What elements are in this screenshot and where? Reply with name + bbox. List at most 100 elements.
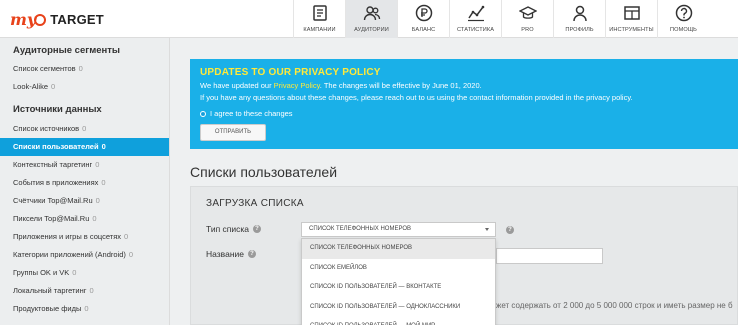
panel-title: ЗАГРУЗКА СПИСКА (206, 198, 304, 209)
sidebar-item-label: Списки пользователей (13, 142, 99, 151)
dropdown-option[interactable]: СПИСОК ID ПОЛЬЗОВАТЕЛЕЙ — ВКОНТАКТЕ (302, 278, 495, 298)
sidebar-item-label: Список сегментов (13, 64, 76, 73)
logo-my-text: my (10, 9, 37, 29)
sidebar-item-segments-list[interactable]: Список сегментов 0 (0, 60, 169, 78)
graduation-cap-icon (518, 6, 537, 19)
sidebar-item-label: Пиксели Top@Mail.Ru (13, 214, 90, 223)
nav-audiences-label: АУДИТОРИИ (354, 27, 389, 33)
nav-profile[interactable]: ПРОФИЛЬ (553, 0, 605, 38)
nav-audiences[interactable]: АУДИТОРИИ (345, 0, 397, 38)
nav-pro[interactable]: PRO (501, 0, 553, 38)
sidebar-item-label: Список источников (13, 124, 80, 133)
agree-option[interactable]: I agree to these changes (200, 109, 728, 118)
dropdown-option[interactable]: СПИСОК ЕМЕЙЛОВ (302, 259, 495, 279)
sidebar-item-social-apps[interactable]: Приложения и игры в соцсетях 0 (0, 228, 169, 246)
chevron-down-icon (485, 228, 489, 231)
sidebar: Аудиторные сегменты Список сегментов 0 Lo… (0, 38, 170, 325)
sidebar-item-label: Look-Alike (13, 82, 49, 91)
statistics-icon (467, 5, 484, 22)
tools-icon (623, 6, 640, 20)
nav-statistics-label: СТАТИСТИКА (456, 27, 495, 33)
profile-icon (572, 5, 587, 22)
ruble-icon (415, 4, 432, 22)
sidebar-item-top-counters[interactable]: Счётчики Top@Mail.Ru 0 (0, 192, 169, 210)
nav-tools-label: ИНСТРУМЕНТЫ (609, 27, 654, 33)
sidebar-item-label: Счётчики Top@Mail.Ru (13, 196, 93, 205)
sidebar-item-count: 0 (124, 232, 129, 241)
nav-help-label: ПОМОЩЬ (670, 27, 697, 33)
nav-balance[interactable]: БАЛАНС (397, 0, 449, 38)
sidebar-item-label: События в приложениях (13, 178, 99, 187)
sidebar-item-app-categories[interactable]: Категории приложений (Android) 0 (0, 246, 169, 264)
sidebar-item-context-targeting[interactable]: Контекстный таргетинг 0 (0, 156, 169, 174)
privacy-banner-line1: We have updated our Privacy Policy. The … (200, 81, 728, 90)
top-bar: my TARGET КАМПАНИИ АУДИТОРИИ БАЛАНС СТАТ… (0, 0, 738, 38)
sidebar-item-label: Приложения и игры в соцсетях (13, 232, 122, 241)
sidebar-item-app-events[interactable]: События в приложениях 0 (0, 174, 169, 192)
sidebar-item-count: 0 (78, 64, 83, 73)
nav-statistics[interactable]: СТАТИСТИКА (449, 0, 501, 38)
campaigns-icon (312, 5, 327, 21)
privacy-banner: UPDATES TO OUR PRIVACY POLICY We have up… (190, 59, 738, 149)
nav-campaigns[interactable]: КАМПАНИИ (293, 0, 345, 38)
agree-radio[interactable] (200, 110, 206, 117)
send-button[interactable]: ОТПРАВИТЬ (200, 124, 266, 141)
sidebar-item-label: Продуктовые фиды (13, 304, 82, 313)
nav-tools[interactable]: ИНСТРУМЕНТЫ (605, 0, 657, 38)
sidebar-item-local-targeting[interactable]: Локальный таргетинг 0 (0, 282, 169, 300)
sidebar-item-sources-list[interactable]: Список источников 0 (0, 120, 169, 138)
name-input[interactable] (496, 248, 603, 264)
name-label: Название ? (206, 249, 256, 259)
mytarget-logo[interactable]: my TARGET (10, 8, 104, 30)
sidebar-item-look-alike[interactable]: Look-Alike 0 (0, 78, 169, 96)
help-icon (675, 4, 692, 22)
list-type-label: Тип списка ? (206, 224, 262, 234)
sidebar-item-count: 0 (128, 250, 134, 259)
logo-target-ring-icon (34, 14, 47, 26)
sidebar-item-ok-vk-groups[interactable]: Группы OK и VK 0 (0, 264, 169, 282)
sidebar-item-user-lists[interactable]: Списки пользователей 0 (0, 138, 169, 156)
sidebar-item-top-pixels[interactable]: Пиксели Top@Mail.Ru 0 (0, 210, 169, 228)
list-type-selected-value: СПИСОК ТЕЛЕФОННЫХ НОМЕРОВ (309, 226, 412, 232)
sidebar-item-label: Группы OK и VK (13, 268, 70, 277)
sidebar-item-label: Контекстный таргетинг (13, 160, 93, 169)
main-nav: КАМПАНИИ АУДИТОРИИ БАЛАНС СТАТИСТИКА PRO… (293, 0, 709, 38)
list-type-select[interactable]: СПИСОК ТЕЛЕФОННЫХ НОМЕРОВ (301, 222, 496, 237)
privacy-policy-link[interactable]: Privacy Policy (274, 81, 320, 90)
nav-help[interactable]: ПОМОЩЬ (657, 0, 709, 38)
privacy-line1-suffix: . The changes will be effective by June … (319, 81, 482, 90)
main-content: UPDATES TO OUR PRIVACY POLICY We have up… (171, 38, 738, 325)
sidebar-item-count: 0 (72, 268, 77, 277)
sidebar-section-heading: Источники данных (13, 104, 102, 115)
dropdown-option[interactable]: СПИСОК ID ПОЛЬЗОВАТЕЛЕЙ — ОДНОКЛАССНИКИ (302, 298, 495, 318)
sidebar-item-count: 0 (82, 124, 87, 133)
sidebar-section-heading: Аудиторные сегменты (13, 45, 121, 56)
dropdown-option[interactable]: СПИСОК ID ПОЛЬЗОВАТЕЛЕЙ — МОЙ МИР (302, 317, 495, 325)
sidebar-item-count: 0 (51, 82, 56, 91)
help-icon[interactable]: ? (247, 250, 256, 258)
nav-balance-label: БАЛАНС (411, 27, 436, 33)
sidebar-item-count: 0 (84, 304, 89, 313)
sidebar-item-count: 0 (101, 178, 106, 187)
sidebar-item-product-feeds[interactable]: Продуктовые фиды 0 (0, 300, 169, 318)
list-type-dropdown: СПИСОК ТЕЛЕФОННЫХ НОМЕРОВ СПИСОК ЕМЕЙЛОВ… (301, 238, 496, 325)
nav-pro-label: PRO (521, 27, 534, 33)
sidebar-item-count: 0 (95, 196, 100, 205)
audiences-icon (363, 6, 380, 21)
sidebar-item-label: Категории приложений (Android) (13, 250, 126, 259)
upload-list-panel: ЗАГРУЗКА СПИСКА Тип списка ? СПИСОК ТЕЛЕ… (190, 186, 738, 325)
nav-campaigns-label: КАМПАНИИ (303, 27, 336, 33)
help-icon[interactable]: ? (506, 226, 514, 234)
name-label-text: Название (206, 249, 244, 259)
nav-profile-label: ПРОФИЛЬ (565, 27, 594, 33)
sidebar-item-label: Локальный таргетинг (13, 286, 87, 295)
sidebar-item-count: 0 (89, 286, 94, 295)
sidebar-item-count: 0 (92, 214, 97, 223)
privacy-banner-title: UPDATES TO OUR PRIVACY POLICY (200, 67, 381, 78)
page-title: Списки пользователей (190, 164, 338, 180)
list-type-label-text: Тип списка (206, 224, 250, 234)
dropdown-option[interactable]: СПИСОК ТЕЛЕФОННЫХ НОМЕРОВ (302, 239, 495, 259)
logo-target-text: TARGET (50, 11, 104, 27)
file-size-hint: жет содержать от 2 000 до 5 000 000 стро… (496, 301, 733, 310)
help-icon[interactable]: ? (253, 225, 262, 233)
